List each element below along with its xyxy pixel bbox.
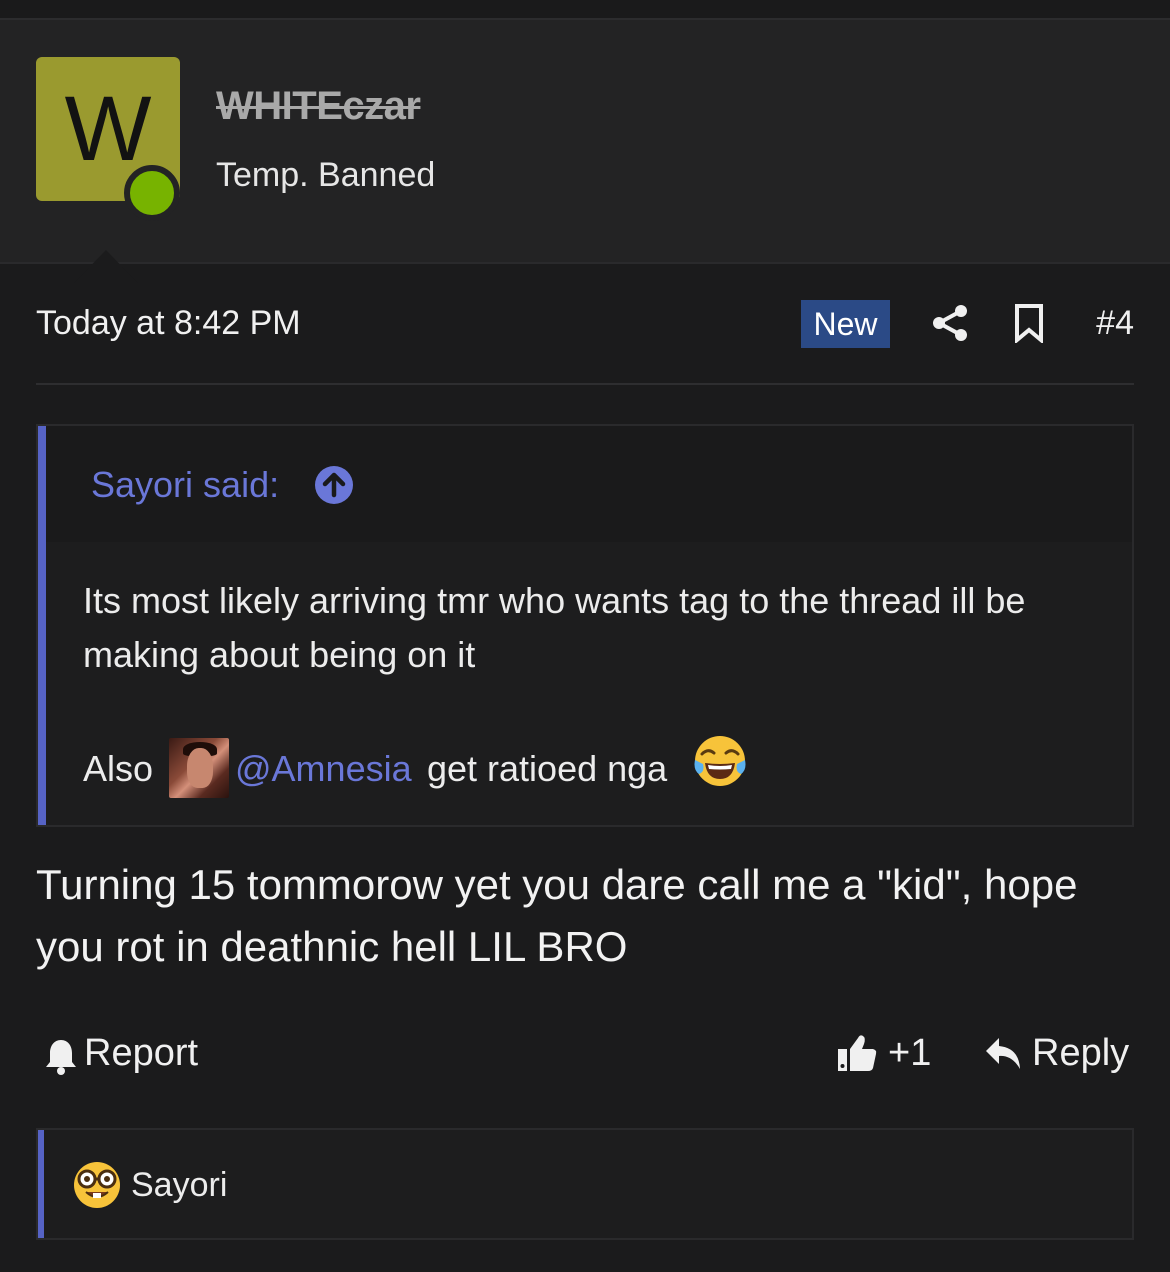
thumbs-up-icon	[838, 1035, 877, 1071]
bell-icon	[46, 1040, 76, 1075]
online-status-indicator	[124, 165, 180, 221]
post-meta-row: Today at 8:42 PM New #4	[36, 300, 1134, 350]
quote-author-link[interactable]: Sayori said:	[91, 464, 279, 506]
panel-arrow	[74, 250, 138, 283]
user-panel: W WHITEczar Temp. Banned	[0, 20, 1170, 283]
tears-of-joy-emoji-icon	[694, 736, 746, 786]
reactions-accent-bar	[38, 1130, 44, 1238]
quote-block: Sayori said: Its most likely arriving tm…	[36, 424, 1134, 827]
mention-avatar[interactable]	[169, 738, 229, 798]
report-label: Report	[84, 1032, 199, 1074]
post-number-link[interactable]: #4	[1096, 304, 1134, 343]
reply-arrow-icon	[986, 1038, 1020, 1069]
meta-divider	[36, 383, 1134, 385]
nerd-face-emoji-icon[interactable]	[72, 1160, 122, 1210]
username[interactable]: WHITEczar	[216, 84, 421, 129]
quote-header: Sayori said:	[46, 426, 1132, 542]
user-title: Temp. Banned	[216, 156, 436, 194]
reactor-name-link[interactable]: Sayori	[131, 1166, 227, 1205]
share-icon[interactable]	[930, 303, 970, 343]
post-message: Turning 15 tommorow yet you dare call me…	[36, 861, 1078, 970]
reactions-bar: Sayori	[36, 1128, 1134, 1240]
post-date[interactable]: Today at 8:42 PM	[36, 304, 301, 343]
quote-body: Its most likely arriving tmr who wants t…	[83, 580, 1026, 675]
bottom-strip	[0, 1240, 1170, 1272]
quote-accent-bar	[38, 426, 46, 825]
top-bar	[0, 0, 1170, 20]
arrow-up-circle-icon[interactable]	[314, 465, 354, 505]
also-text: Also	[83, 748, 154, 789]
new-badge: New	[801, 300, 890, 348]
bookmark-icon[interactable]	[1012, 303, 1046, 343]
post-actions: Report +1 Reply	[36, 1026, 1134, 1086]
reply-label: Reply	[1032, 1032, 1130, 1074]
avatar-letter: W	[64, 78, 152, 180]
like-count: +1	[888, 1032, 932, 1074]
after-mention-text: get ratioed nga	[427, 748, 668, 789]
mention-link[interactable]: @Amnesia	[235, 748, 412, 790]
